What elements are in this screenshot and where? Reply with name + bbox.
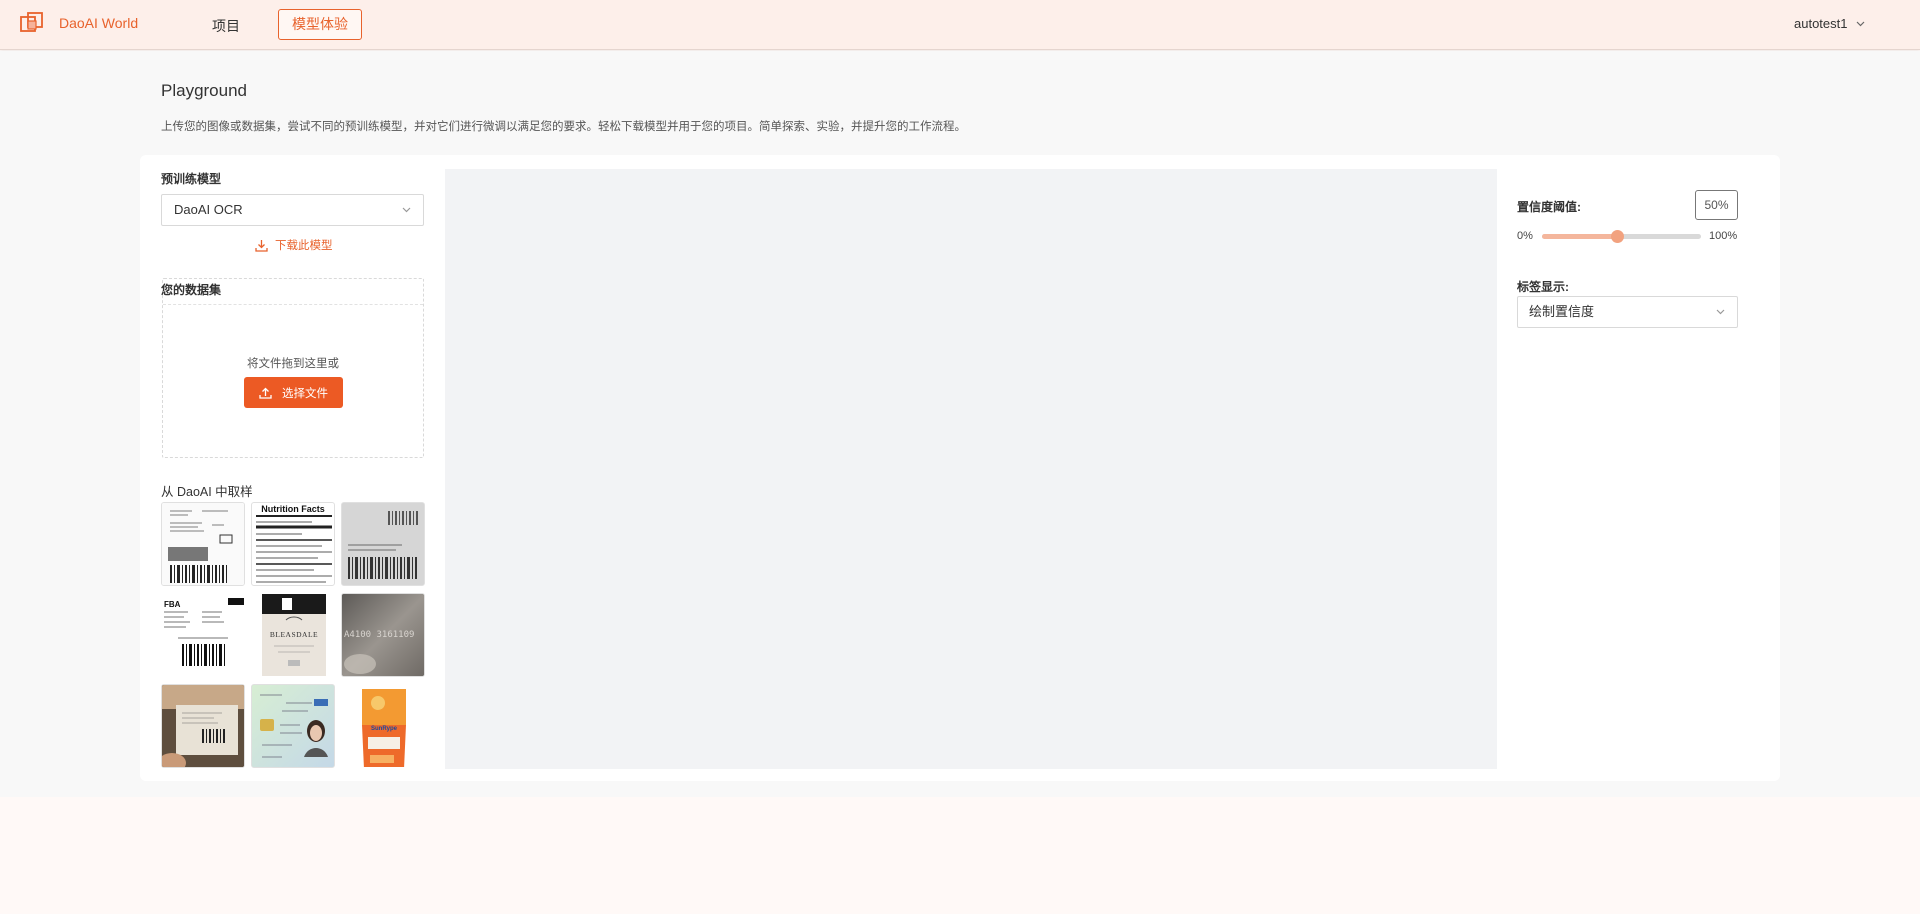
threshold-slider[interactable] [1542,230,1701,243]
sample-shipping-label[interactable] [161,502,245,586]
tag-display-label: 标签显示: [1517,280,1569,294]
sample-fba-text: FBA [164,600,181,609]
sample-metal-text: A4100 3161109 [344,630,415,640]
tag-display-value: 绘制置信度 [1529,304,1595,319]
sample-sunrype-package[interactable]: SunRype [341,684,425,768]
sample-nutrition-facts[interactable]: Nutrition Facts [251,502,335,586]
slider-fill [1542,234,1617,239]
samples-label: 从 DaoAI 中取样 [161,485,253,499]
threshold-label: 置信度阈值: [1517,200,1581,214]
sample-wine-text: BLEASDALE [269,630,319,639]
sample-fba-label[interactable]: FBA [161,593,245,677]
sample-wine-bottle[interactable]: BLEASDALE [251,593,335,677]
download-model-label: 下载此模型 [275,240,333,252]
chevron-down-icon [402,207,411,213]
upload-icon [259,387,272,399]
slider-min-label: 0% [1517,230,1533,242]
drop-text: 将文件拖到这里或 [247,358,339,370]
dropzone-divider [163,304,423,305]
sample-image [342,503,424,585]
preview-canvas[interactable] [445,169,1497,769]
tag-display-select[interactable]: 绘制置信度 [1517,296,1738,328]
dataset-label: 您的数据集 [161,283,222,297]
nav-projects[interactable]: 项目 [212,16,240,36]
select-file-button[interactable]: 选择文件 [244,377,343,408]
threshold-value-input[interactable]: 50% [1695,190,1738,220]
select-file-label: 选择文件 [282,387,328,400]
page-description: 上传您的图像或数据集，尝试不同的预训练模型，并对它们进行微调以满足您的要求。轻松… [161,121,966,133]
sample-id-card[interactable] [251,684,335,768]
sample-image [162,503,244,585]
sample-sunrype-text: SunRype [370,726,397,732]
slider-handle[interactable] [1610,230,1624,243]
sample-grid: Nutrition Facts FBA BLEASDALE A4100 3161… [161,502,425,769]
chevron-down-icon [1716,309,1725,315]
chevron-down-icon [1856,21,1864,26]
download-icon [255,239,268,252]
nav-playground[interactable]: 模型体验 [278,9,362,40]
sample-nutrition-title: Nutrition Facts [261,504,325,514]
brand-name[interactable]: DaoAI World [59,15,138,31]
top-header: DaoAI World 项目 模型体验 autotest1 [0,0,1920,50]
sample-image [256,515,332,583]
model-select[interactable]: DaoAI OCR [161,194,424,226]
sample-barcode-sticker[interactable] [341,502,425,586]
model-label: 预训练模型 [161,172,222,186]
sample-package-box[interactable] [161,684,245,768]
username: autotest1 [1794,16,1848,31]
dataset-dropzone[interactable]: 将文件拖到这里或 选择文件 [162,278,424,458]
sample-image [252,685,334,767]
user-menu[interactable]: autotest1 [1794,16,1865,31]
sample-metal-engraving[interactable]: A4100 3161109 [341,593,425,677]
sample-image [162,685,244,767]
model-selected-value: DaoAI OCR [174,202,243,217]
page-title: Playground [161,81,248,100]
daoai-logo-icon[interactable] [20,12,46,36]
slider-max-label: 100% [1709,230,1738,242]
download-model-link[interactable]: 下载此模型 [255,237,333,253]
